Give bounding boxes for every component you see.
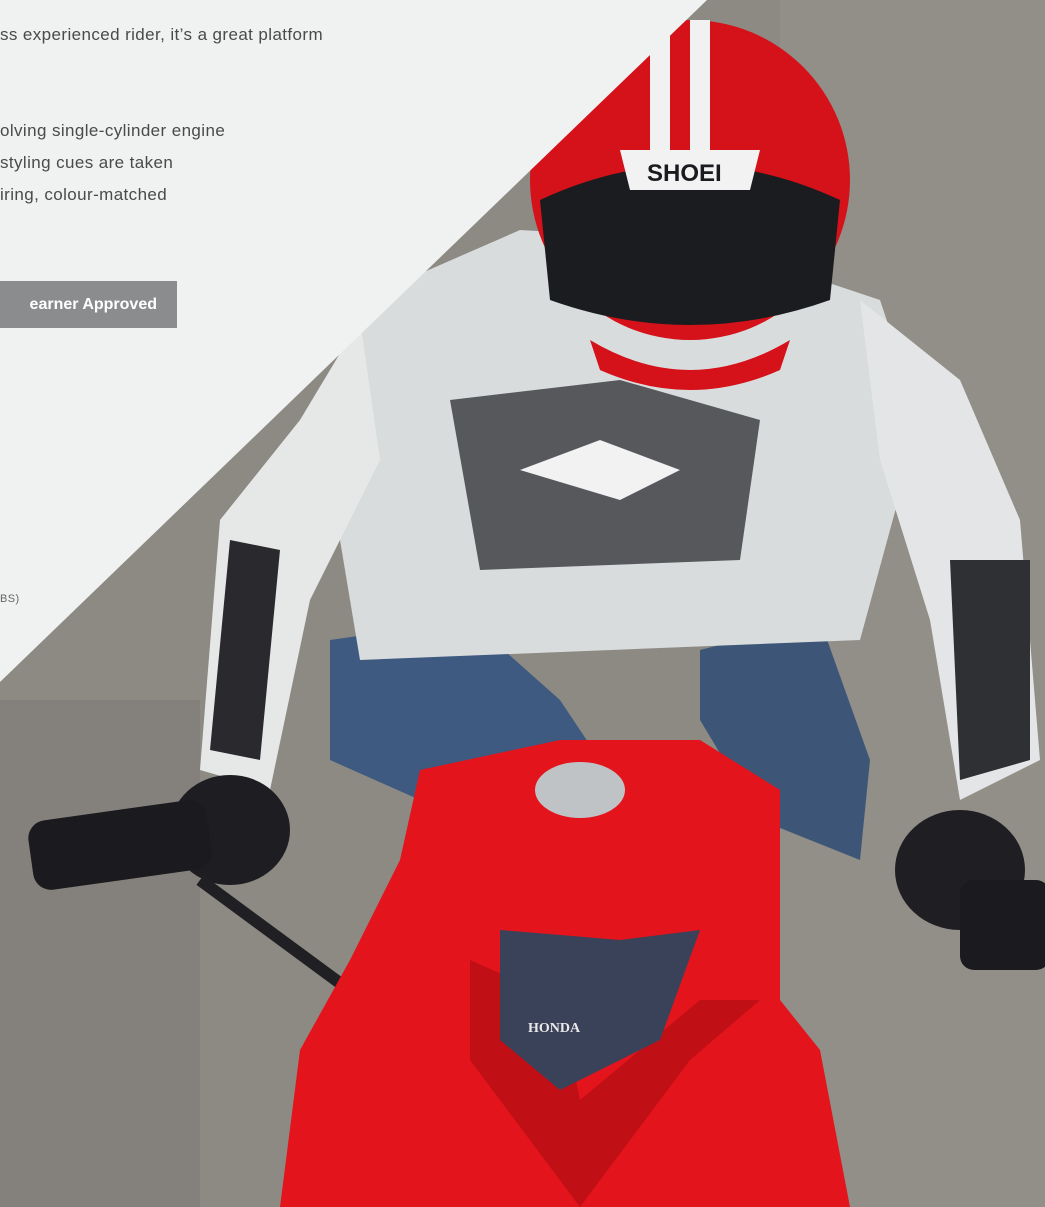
abs-label-fragment: BS): [0, 593, 20, 605]
description-line-1: ss experienced rider, it’s a great platf…: [0, 25, 324, 44]
description-line-2: olving single-cylinder engine: [0, 121, 226, 140]
svg-text:SHOEI: SHOEI: [647, 160, 722, 187]
svg-text:HONDA: HONDA: [528, 1021, 581, 1036]
description-line-3: styling cues are taken: [0, 153, 174, 172]
learner-approved-badge: earner Approved: [0, 281, 177, 328]
description-line-4: iring, colour-matched: [0, 185, 168, 204]
